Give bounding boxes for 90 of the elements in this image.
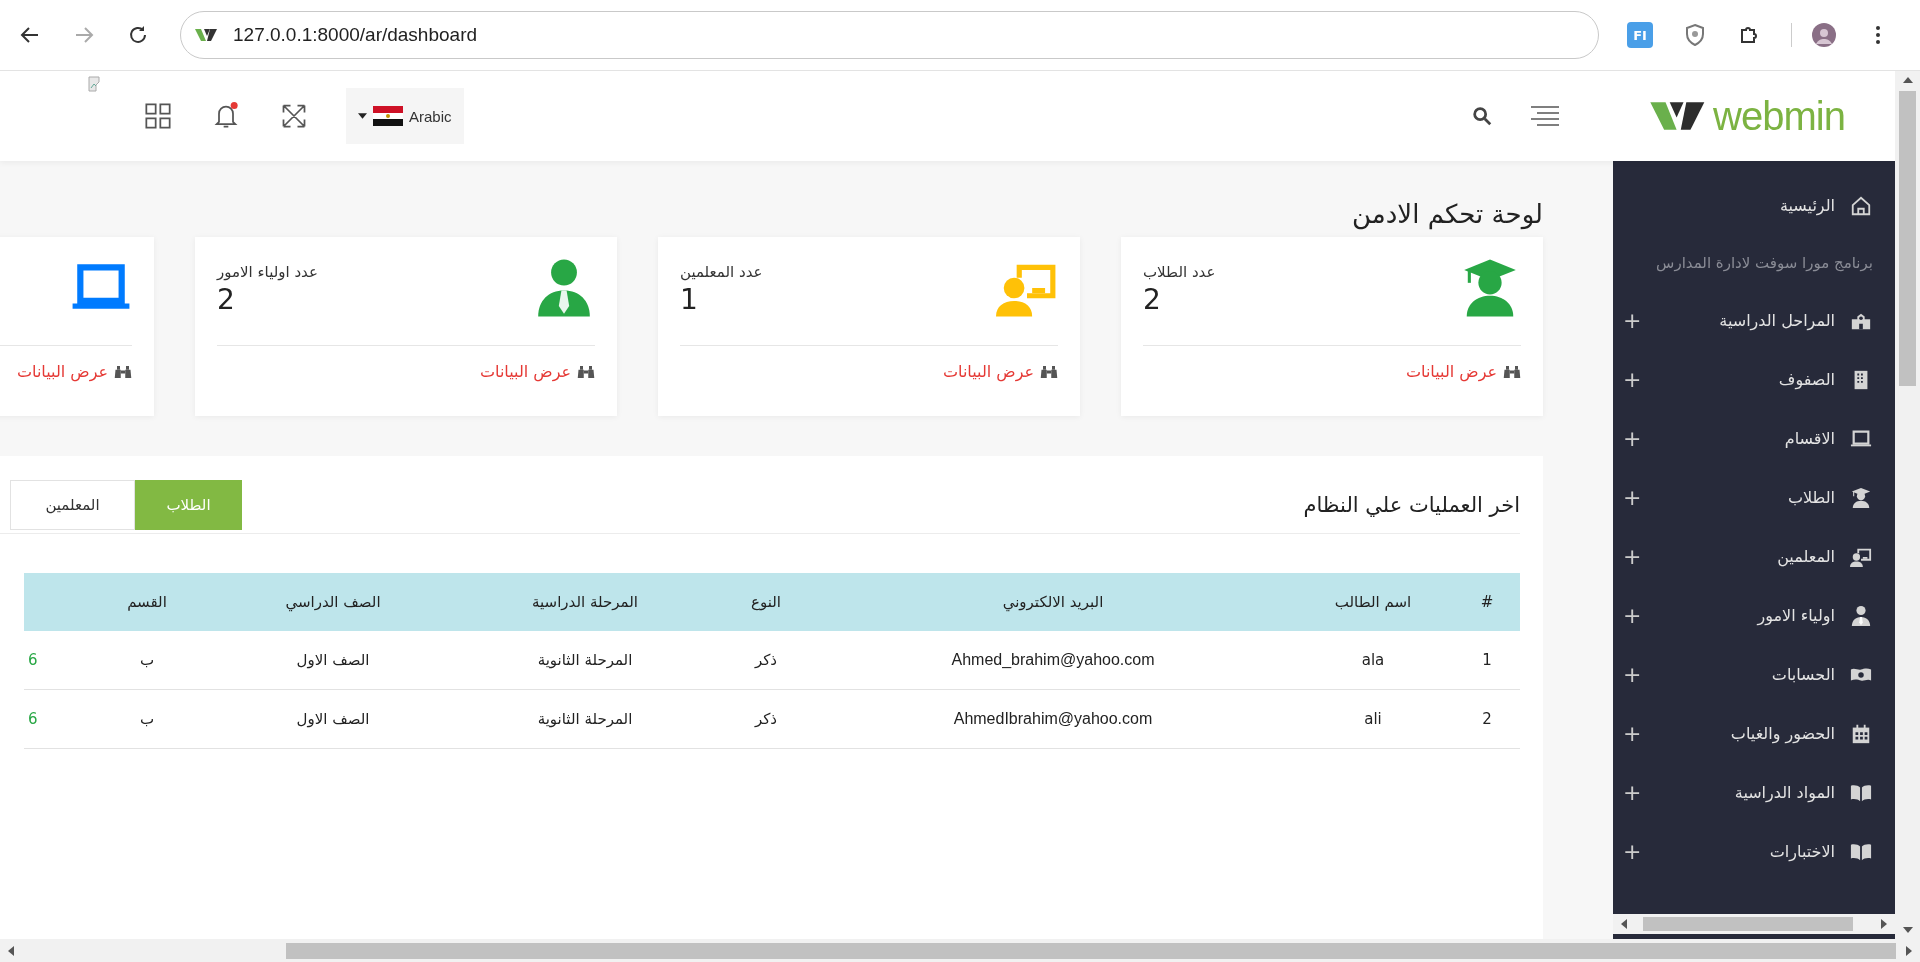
page-title: لوحة تحكم الادمن xyxy=(1351,199,1543,229)
panel-title: اخر العمليات علي النظام xyxy=(1302,493,1520,517)
horizontal-scrollbar[interactable] xyxy=(0,939,1920,962)
logo-icon xyxy=(195,27,219,43)
binoculars-icon xyxy=(1040,364,1058,379)
table-cell: 1 xyxy=(1454,631,1520,690)
binoculars-icon xyxy=(1503,364,1521,379)
logo-text: webmin xyxy=(1713,93,1845,139)
column-header: الصف الدراسي xyxy=(214,573,452,631)
scrollbar-thumb[interactable] xyxy=(286,942,1896,959)
sidebar-item[interactable]: الطلاب + xyxy=(1613,468,1895,527)
scroll-up-icon[interactable] xyxy=(1902,77,1913,83)
sidebar-item[interactable]: الحسابات + xyxy=(1613,645,1895,704)
table-cell: ذكر xyxy=(718,631,814,690)
sidebar-item[interactable]: الاختبارات + xyxy=(1613,822,1895,881)
sidebar-item[interactable]: اولياء الامور + xyxy=(1613,586,1895,645)
scroll-right-icon[interactable] xyxy=(1906,945,1912,956)
scroll-left-icon[interactable] xyxy=(8,945,14,956)
home-icon xyxy=(1849,194,1873,217)
menu-icon[interactable] xyxy=(1529,104,1559,128)
view-data-link[interactable]: عرض البيانات xyxy=(942,362,1058,381)
binoculars-icon xyxy=(114,364,132,379)
expand-toggle[interactable]: + xyxy=(1623,544,1642,569)
sidebar-item[interactable]: المراحل الدراسية + xyxy=(1613,291,1895,350)
table-cell: الصف الاول xyxy=(214,631,452,690)
sidebar-item[interactable]: الحضور والغياب + xyxy=(1613,704,1895,763)
language-dropdown[interactable]: Arabic xyxy=(346,88,464,144)
sidebar-item[interactable]: المعلمين + xyxy=(1613,527,1895,586)
scroll-right-icon[interactable] xyxy=(1881,919,1887,929)
sidebar-item[interactable]: الصفوف + xyxy=(1613,350,1895,409)
horizontal-scrollbar[interactable] xyxy=(1613,914,1895,934)
grid-icon[interactable] xyxy=(144,102,172,130)
column-header: القسم xyxy=(80,573,214,631)
expand-toggle[interactable]: + xyxy=(1623,485,1642,510)
table-cell: ذكر xyxy=(718,689,814,749)
binoculars-icon xyxy=(577,364,595,379)
view-data-link[interactable]: عرض البيانات xyxy=(479,362,595,381)
card-label: عدد المعلمين xyxy=(680,263,763,281)
table-cell: AhmedIbrahim@yahoo.com xyxy=(814,689,1292,749)
vertical-scrollbar[interactable] xyxy=(1895,71,1920,939)
sidebar-item[interactable]: المواد الدراسية + xyxy=(1613,763,1895,822)
table-cell: المرحلة الثانوية xyxy=(452,631,718,690)
sidebar-item[interactable]: الاقسام + xyxy=(1613,409,1895,468)
graduate-icon xyxy=(1849,486,1873,509)
table-cell: ب xyxy=(80,689,214,749)
scrollbar-thumb[interactable] xyxy=(1899,91,1916,386)
column-header: اسم الطالب xyxy=(1292,573,1454,631)
table-cell: ala xyxy=(1292,631,1454,690)
view-data-link[interactable]: عرض البيانات xyxy=(1405,362,1521,381)
table-cell: ب xyxy=(80,631,214,690)
table-cell: 2 xyxy=(1454,689,1520,749)
person-icon xyxy=(1849,604,1873,627)
table-cell: 6 xyxy=(24,689,80,749)
expand-toggle[interactable]: + xyxy=(1623,603,1642,628)
expand-toggle[interactable]: + xyxy=(1623,367,1642,392)
sidebar-item[interactable]: الرئيسية xyxy=(1613,176,1895,235)
scroll-left-icon[interactable] xyxy=(1621,919,1627,929)
table-cell: المرحلة الثانوية xyxy=(452,689,718,749)
table-cell: Ahmed_brahim@yahoo.com xyxy=(814,631,1292,690)
column-header: النوع xyxy=(718,573,814,631)
sidebar-caption: برنامج مورا سوفت لادارة المدارس xyxy=(1655,253,1874,274)
expand-toggle[interactable]: + xyxy=(1623,426,1642,451)
search-icon[interactable] xyxy=(1471,105,1493,127)
column-header: # xyxy=(1454,573,1520,631)
card-value: 1 xyxy=(680,283,699,316)
table-cell: ali xyxy=(1292,689,1454,749)
card-label: عدد الطلاب xyxy=(1143,263,1216,281)
column-header: البريد الالكتروني xyxy=(814,573,1292,631)
fullscreen-icon[interactable] xyxy=(280,102,308,130)
expand-toggle[interactable]: + xyxy=(1623,721,1642,746)
expand-toggle[interactable]: + xyxy=(1623,662,1642,687)
scrollbar-thumb[interactable] xyxy=(1643,917,1853,931)
card-value: 2 xyxy=(217,283,236,316)
expand-toggle[interactable]: + xyxy=(1623,780,1642,805)
bell-icon[interactable] xyxy=(212,102,240,130)
expand-toggle[interactable]: + xyxy=(1623,839,1642,864)
table-cell: الصف الاول xyxy=(214,689,452,749)
expand-toggle[interactable]: + xyxy=(1623,308,1642,333)
shield-icon[interactable] xyxy=(1683,23,1707,47)
view-data-link[interactable]: عرض البيانات xyxy=(16,362,132,381)
url-text: 127.0.0.1:8000/ar/dashboard xyxy=(233,24,478,46)
table-cell: 6 xyxy=(24,631,80,690)
column-header: المرحلة الدراسية xyxy=(452,573,718,631)
card-label: عدد اولياء الامور xyxy=(217,263,318,281)
card-value: 2 xyxy=(1143,283,1162,316)
caret-icon xyxy=(358,113,367,119)
scroll-down-icon[interactable] xyxy=(1902,927,1913,933)
tab[interactable]: المعلمين xyxy=(10,480,135,530)
avatar-icon[interactable] xyxy=(1812,23,1836,47)
flag-icon xyxy=(373,106,403,126)
